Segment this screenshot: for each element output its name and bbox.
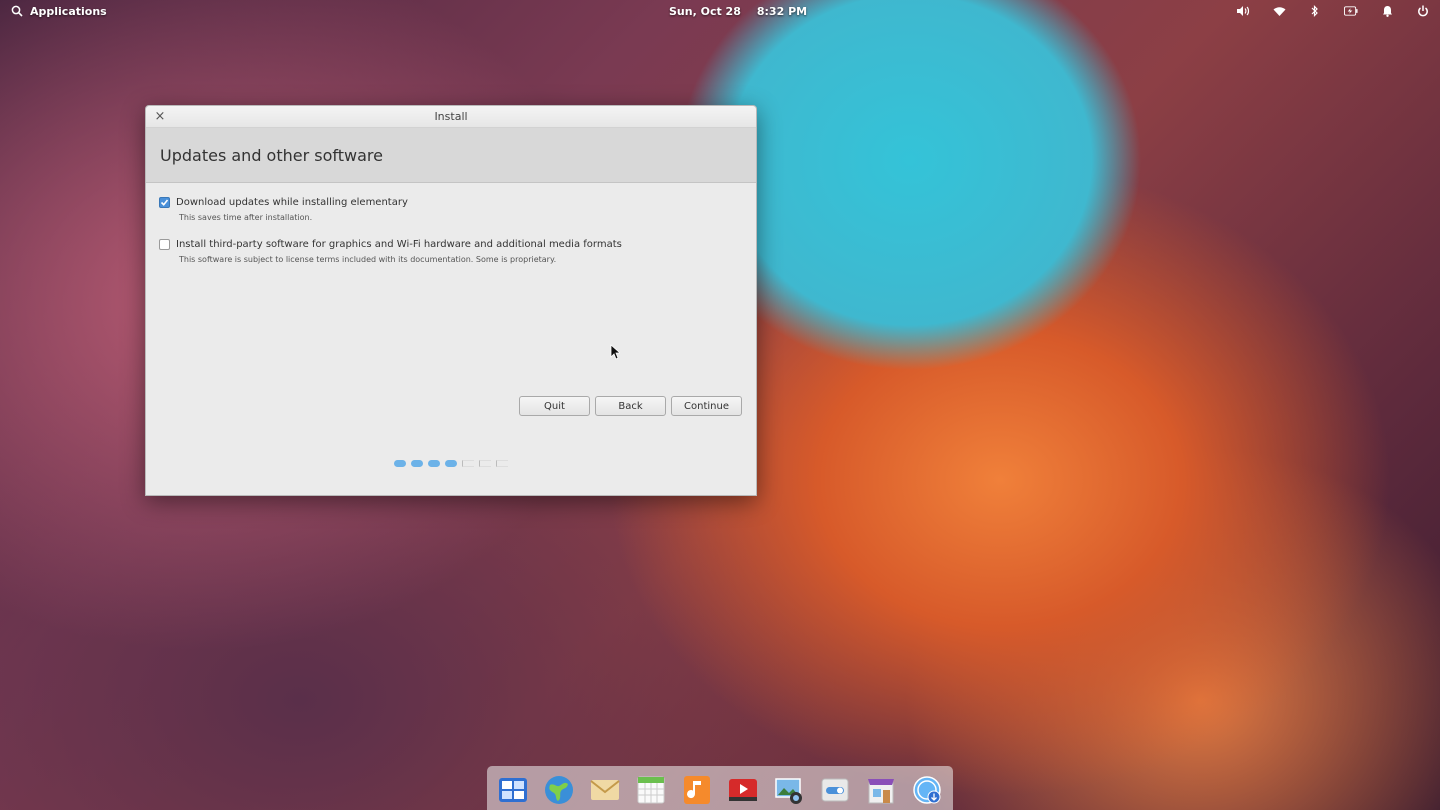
videos-icon[interactable] [727,774,759,806]
photos-icon[interactable] [773,774,805,806]
applications-label: Applications [30,4,107,18]
quit-button[interactable]: Quit [519,396,590,416]
download-updates-label[interactable]: Download updates while installing elemen… [176,197,408,208]
third-party-option[interactable]: Install third-party software for graphic… [159,239,743,250]
music-icon[interactable] [681,774,713,806]
datetime-indicator[interactable]: Sun, Oct 28 8:32 PM [669,0,807,22]
step-progress [394,460,508,467]
system-settings-icon[interactable] [819,774,851,806]
continue-button[interactable]: Continue [671,396,742,416]
wifi-icon[interactable] [1272,4,1286,18]
third-party-checkbox[interactable] [159,239,170,250]
indicators [1236,0,1430,22]
progress-step [411,460,423,467]
date-text: Sun, Oct 28 [669,4,741,18]
mail-icon[interactable] [589,774,621,806]
installer-icon[interactable] [911,774,943,806]
download-updates-checkbox[interactable] [159,197,170,208]
bluetooth-icon[interactable] [1308,4,1322,18]
window-title: Install [434,110,468,123]
progress-step [496,460,508,467]
top-panel: Applications Sun, Oct 28 8:32 PM [0,0,1440,22]
page-header: Updates and other software [146,128,756,183]
checkmark-icon [160,199,169,206]
back-button[interactable]: Back [595,396,666,416]
progress-step [462,460,474,467]
mouse-pointer-icon [610,344,622,364]
third-party-label[interactable]: Install third-party software for graphic… [176,239,622,250]
install-window: × Install Updates and other software Dow… [145,105,757,496]
download-updates-option[interactable]: Download updates while installing elemen… [159,197,743,208]
app-center-icon[interactable] [865,774,897,806]
multitasking-view-icon[interactable] [497,774,529,806]
battery-icon[interactable] [1344,4,1358,18]
page-title: Updates and other software [160,145,383,165]
calendar-icon[interactable] [635,774,667,806]
progress-step [445,460,457,467]
dock [487,766,953,810]
download-updates-description: This saves time after installation. [179,213,313,222]
search-icon [10,4,24,18]
third-party-description: This software is subject to license term… [179,255,557,264]
window-titlebar[interactable]: × Install [146,106,756,128]
power-icon[interactable] [1416,4,1430,18]
notification-icon[interactable] [1380,4,1394,18]
applications-menu[interactable]: Applications [0,4,107,18]
close-button[interactable]: × [152,109,168,125]
web-browser-icon[interactable] [543,774,575,806]
time-text: 8:32 PM [756,4,808,18]
volume-icon[interactable] [1236,4,1250,18]
button-row: Quit Back Continue [519,396,742,416]
progress-step [428,460,440,467]
progress-step [479,460,491,467]
page-content: Download updates while installing elemen… [146,183,756,496]
progress-step [394,460,406,467]
